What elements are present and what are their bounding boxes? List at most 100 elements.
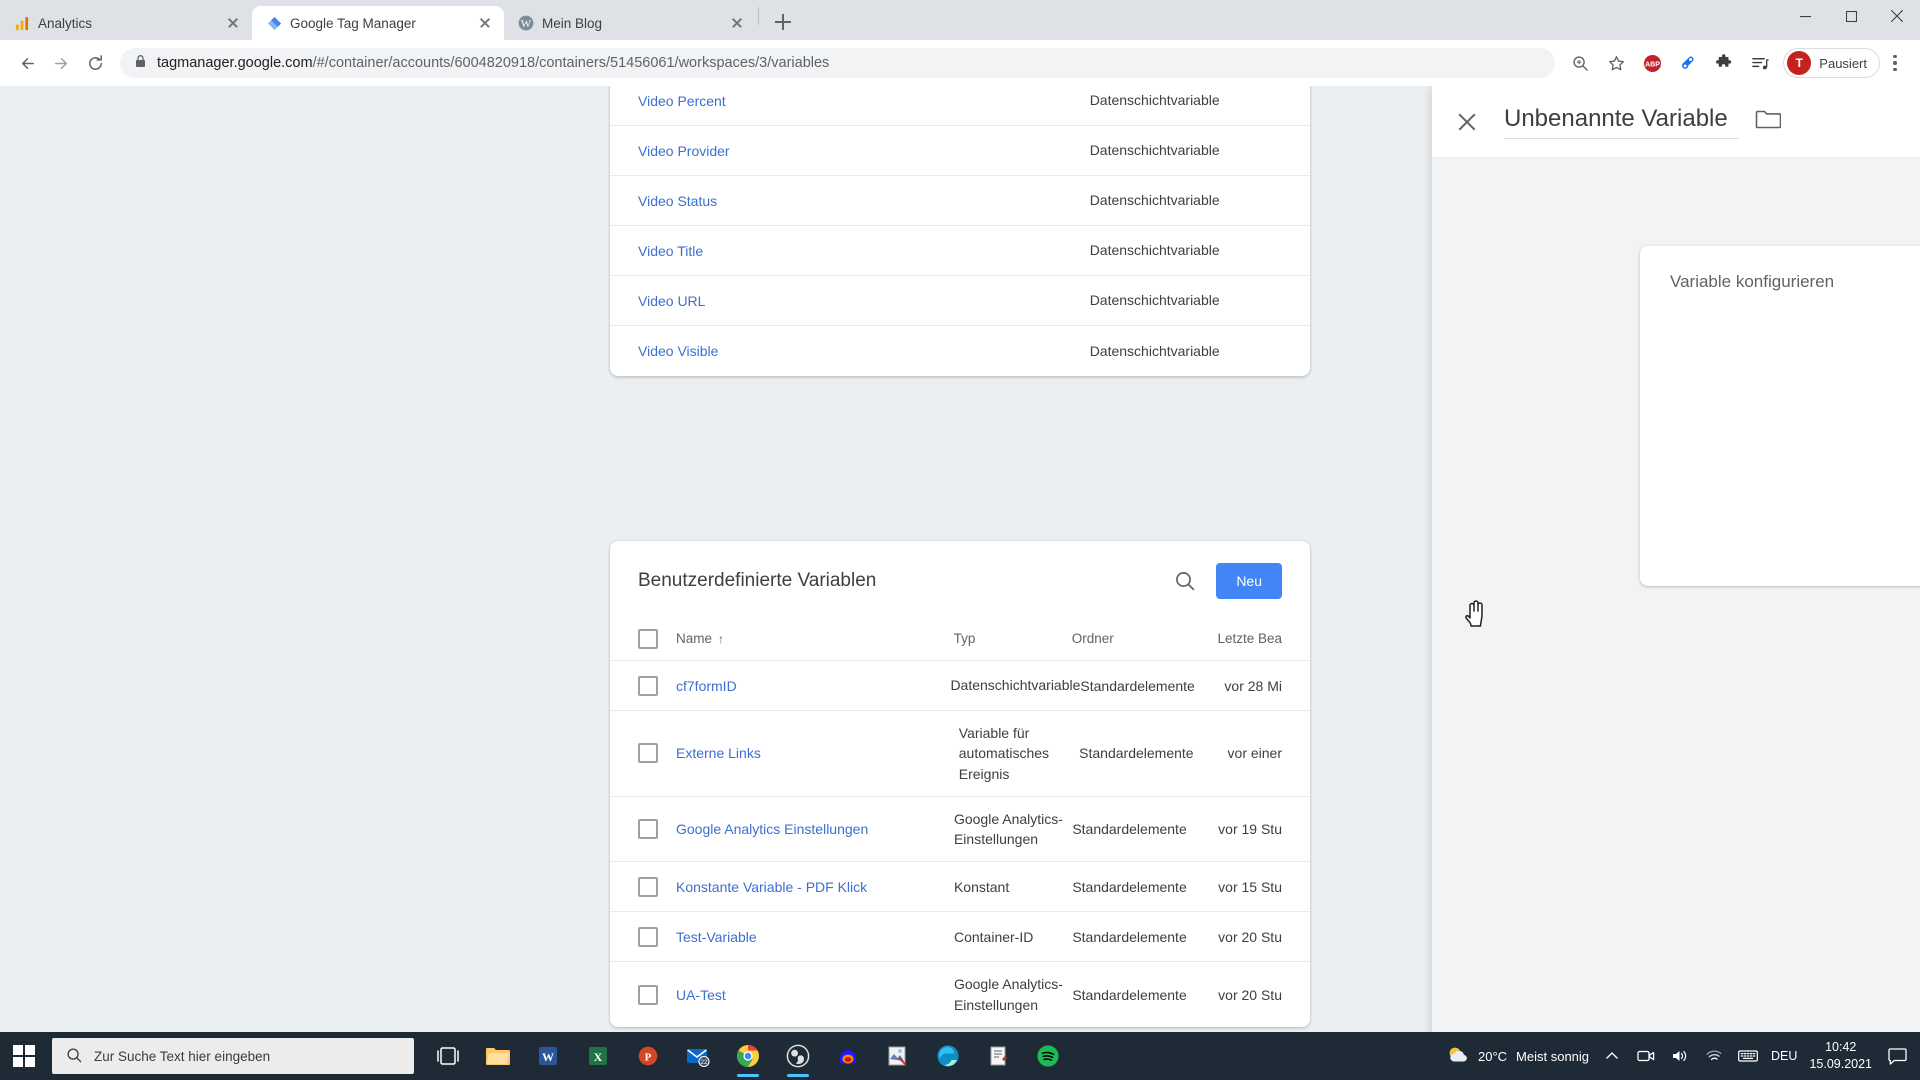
tab-title: Google Tag Manager: [290, 15, 416, 31]
minimize-icon[interactable]: [1782, 0, 1828, 32]
obs-icon[interactable]: [776, 1034, 820, 1078]
table-row[interactable]: Test-Variable Container-ID Standardeleme…: [610, 912, 1310, 963]
row-checkbox[interactable]: [638, 926, 658, 947]
variable-folder: Standardelemente: [1072, 928, 1187, 945]
variable-type: Datenschichtvariable: [1089, 192, 1220, 209]
close-icon[interactable]: [1454, 109, 1480, 135]
table-row[interactable]: Video Provider Datenschichtvariable: [610, 126, 1310, 176]
reload-icon[interactable]: [78, 46, 112, 80]
zoom-icon[interactable]: [1563, 46, 1597, 80]
variable-folder: Standardelemente: [1072, 986, 1187, 1003]
spotify-icon[interactable]: [1026, 1034, 1070, 1078]
side-panel-header: Unbenannte Variable: [1432, 86, 1920, 158]
variable-name-link[interactable]: Video Title: [638, 243, 1090, 259]
audio-app-icon[interactable]: [826, 1034, 870, 1078]
column-header-type[interactable]: Typ: [954, 629, 1072, 649]
table-row[interactable]: Video Status Datenschichtvariable: [610, 176, 1310, 226]
variable-name-link[interactable]: Video Status: [638, 193, 1090, 209]
new-variable-button[interactable]: Neu: [1216, 563, 1282, 599]
table-row[interactable]: Video Visible Datenschichtvariable: [610, 326, 1310, 376]
close-icon[interactable]: [224, 14, 242, 32]
edge-icon[interactable]: [926, 1034, 970, 1078]
variable-name-link[interactable]: Konstante Variable - PDF Klick: [676, 879, 954, 895]
word-icon[interactable]: W: [526, 1034, 570, 1078]
row-checkbox[interactable]: [638, 984, 658, 1005]
adblock-plus-icon[interactable]: ABP: [1635, 46, 1669, 80]
chrome-menu-icon[interactable]: [1880, 46, 1910, 80]
row-checkbox[interactable]: [638, 876, 658, 897]
variable-name-link[interactable]: Video Visible: [638, 343, 1090, 359]
volume-icon[interactable]: [1669, 1045, 1691, 1067]
puzzle-extension-icon[interactable]: [1707, 46, 1741, 80]
notification-icon[interactable]: [1884, 1043, 1910, 1069]
tab-mein-blog[interactable]: W Mein Blog: [504, 6, 756, 40]
search-icon[interactable]: [1168, 564, 1202, 598]
variable-type: Konstant: [953, 878, 1010, 895]
tab-google-tag-manager[interactable]: Google Tag Manager: [252, 6, 504, 40]
tab-analytics[interactable]: Analytics: [0, 6, 252, 40]
task-view-icon[interactable]: [426, 1034, 470, 1078]
notes-app-icon[interactable]: [976, 1034, 1020, 1078]
keyboard-icon[interactable]: [1737, 1045, 1759, 1067]
clock-date: 15.09.2021: [1809, 1057, 1872, 1071]
reading-list-icon[interactable]: [1743, 46, 1777, 80]
camera-icon[interactable]: [1635, 1045, 1657, 1067]
table-row[interactable]: cf7formID Datenschichtvariable Standarde…: [610, 661, 1310, 711]
variable-name-link[interactable]: cf7formID: [676, 678, 950, 694]
variable-name-link[interactable]: UA-Test: [676, 987, 954, 1003]
file-explorer-icon[interactable]: [476, 1034, 520, 1078]
variable-name-link[interactable]: Test-Variable: [676, 929, 954, 945]
mail-icon[interactable]: 22: [676, 1034, 720, 1078]
table-header-row: Name ↑ Typ Ordner Letzte Bea: [610, 617, 1310, 661]
windows-start-icon[interactable]: [0, 1032, 48, 1080]
folder-icon[interactable]: [1755, 108, 1782, 135]
new-tab-button[interactable]: [767, 6, 799, 38]
bookmark-star-icon[interactable]: [1599, 46, 1633, 80]
snip-tool-icon[interactable]: [876, 1034, 920, 1078]
address-bar[interactable]: tagmanager.google.com/#/container/accoun…: [120, 48, 1556, 78]
table-row[interactable]: Video URL Datenschichtvariable: [610, 276, 1310, 326]
chevron-up-icon[interactable]: [1601, 1045, 1623, 1067]
configure-variable-card[interactable]: Variable konfigurieren: [1640, 246, 1920, 586]
variable-name-input[interactable]: Unbenannte Variable: [1504, 105, 1739, 139]
row-checkbox[interactable]: [638, 743, 658, 764]
back-icon[interactable]: [10, 46, 44, 80]
table-row[interactable]: Externe Links Variable für automatisches…: [610, 711, 1310, 797]
variable-type: Container-ID: [953, 928, 1034, 945]
row-checkbox[interactable]: [638, 819, 658, 840]
close-window-icon[interactable]: [1874, 0, 1920, 32]
variable-name-link[interactable]: Externe Links: [676, 745, 959, 761]
table-row[interactable]: Google Analytics Einstellungen Google An…: [610, 797, 1310, 863]
variable-type: Datenschichtvariable: [950, 677, 1081, 694]
close-icon[interactable]: [728, 14, 746, 32]
variable-name-link[interactable]: Google Analytics Einstellungen: [676, 821, 954, 837]
tab-strip: Analytics Google Tag Manager W Mein Blog: [0, 0, 1920, 40]
select-all-checkbox[interactable]: [638, 628, 658, 649]
taskbar-search-input[interactable]: Zur Suche Text hier eingeben: [52, 1038, 414, 1074]
column-header-last-edited[interactable]: Letzte Bea: [1217, 631, 1282, 646]
tab-title: Mein Blog: [542, 15, 603, 31]
table-row[interactable]: Konstante Variable - PDF Klick Konstant …: [610, 862, 1310, 913]
wifi-icon[interactable]: [1703, 1045, 1725, 1067]
chrome-icon[interactable]: [726, 1034, 770, 1078]
blue-extension-icon[interactable]: [1671, 46, 1705, 80]
weather-widget[interactable]: 20°C Meist sonnig: [1445, 1043, 1589, 1070]
table-row[interactable]: Video Title Datenschichtvariable: [610, 226, 1310, 276]
maximize-icon[interactable]: [1828, 0, 1874, 32]
variable-name-link[interactable]: Video URL: [638, 293, 1090, 309]
profile-chip[interactable]: T Pausiert: [1783, 48, 1880, 78]
excel-icon[interactable]: X: [576, 1034, 620, 1078]
column-header-folder[interactable]: Ordner: [1072, 631, 1218, 646]
close-icon[interactable]: [476, 14, 494, 32]
row-checkbox[interactable]: [638, 675, 658, 696]
tab-divider: [758, 7, 759, 25]
variable-name-link[interactable]: Video Percent: [638, 93, 1090, 109]
forward-icon[interactable]: [44, 46, 78, 80]
column-header-name[interactable]: Name ↑: [676, 631, 954, 646]
table-row[interactable]: Video Percent Datenschichtvariable: [610, 86, 1310, 126]
variable-name-link[interactable]: Video Provider: [638, 143, 1090, 159]
clock[interactable]: 10:42 15.09.2021: [1809, 1039, 1872, 1073]
powerpoint-icon[interactable]: P: [626, 1034, 670, 1078]
language-indicator[interactable]: DEU: [1771, 1049, 1797, 1063]
table-row[interactable]: UA-Test Google Analytics-Einstellungen S…: [610, 962, 1310, 1027]
